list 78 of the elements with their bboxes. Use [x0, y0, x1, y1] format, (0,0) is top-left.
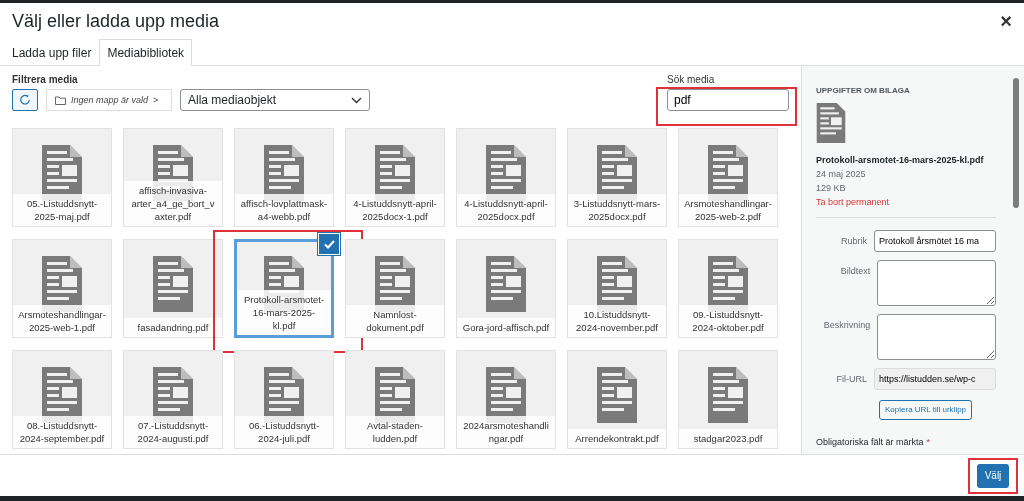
field-label: Bildtext	[839, 265, 871, 276]
media-tile[interactable]: 10.Listuddsnytt-2024-november.pdf	[567, 239, 667, 338]
title-field[interactable]: Protokoll årsmötet 16 ma	[874, 230, 996, 252]
media-tile[interactable]: stadgar2023.pdf	[678, 350, 778, 449]
document-icon	[153, 256, 193, 312]
required-mark: *	[926, 436, 931, 447]
upload-date: 24 maj 2025	[816, 169, 867, 179]
media-tile[interactable]: 4-Listuddsnytt-april-2025docx.pdf	[456, 128, 556, 227]
media-tile[interactable]: fasadandring.pdf	[123, 239, 223, 338]
media-tile[interactable]: 08.-Listuddsnytt-2024-september.pdf	[12, 350, 112, 449]
file-name: Arsmoteshandlingar-2025-web-2.pdf	[679, 194, 777, 226]
media-tile[interactable]: Namnlost-dokument.pdf	[345, 239, 445, 338]
file-name: fasadandring.pdf	[124, 318, 222, 337]
chevron-down-icon	[351, 96, 362, 104]
file-name: Protokoll-arsmotet-16-mars-2025-kl.pdf	[816, 155, 985, 165]
media-tile[interactable]: 09.-Listuddsnytt-2024-oktober.pdf	[678, 239, 778, 338]
media-tile[interactable]: Arsmoteshandlingar-2025-web-2.pdf	[678, 128, 778, 227]
file-name: Arsmoteshandlingar-2025-web-1.pdf	[13, 305, 111, 337]
search-field[interactable]: pdf	[667, 89, 789, 111]
text-area[interactable]	[877, 314, 996, 360]
media-tile[interactable]: affisch-lovplattmask-a4-webb.pdf	[234, 128, 334, 227]
media-tile[interactable]: Arsmoteshandlingar-2025-web-1.pdf	[12, 239, 112, 338]
file-name: Avtal-staden-ludden.pdf	[346, 416, 444, 448]
folder-button[interactable]: Ingen mapp är vald >	[46, 89, 172, 111]
window-title: Välj eller ladda upp media	[12, 10, 220, 32]
file-name: affisch-invasiva-arter_a4_ge_bort_vaxter.pdf	[124, 181, 222, 226]
media-tile[interactable]: 06.-Listuddsnytt-2024-juli.pdf	[234, 350, 334, 449]
check-icon	[318, 233, 340, 255]
tab[interactable]: Mediabibliotek	[99, 39, 193, 66]
file-name: stadgar2023.pdf	[679, 429, 777, 448]
file-name: affisch-lovplattmask-a4-webb.pdf	[235, 194, 333, 226]
media-tile[interactable]: 2024arsmoteshandlingar.pdf	[456, 350, 556, 449]
url-field[interactable]: https://listudden.se/wp-c	[874, 368, 996, 390]
document-icon	[597, 367, 637, 423]
file-name: 4-Listuddsnytt-april-2025docx.pdf	[457, 194, 555, 226]
media-tile[interactable]: Protokoll-arsmotet-16-mars-2025-kl.pdf	[234, 239, 334, 338]
file-name: Arrendekontrakt.pdf	[568, 429, 666, 448]
media-tile[interactable]: 07.-Listuddsnytt-2024-augusti.pdf	[123, 350, 223, 449]
media-tile[interactable]: 4-Listuddsnytt-april-2025docx-1.pdf	[345, 128, 445, 227]
field-label: Beskrivning	[822, 319, 871, 330]
field-label: Fil-URL	[835, 373, 867, 384]
details-heading: UPPGIFTER OM BILAGA	[816, 86, 911, 95]
file-name: Gora-jord-affisch.pdf	[457, 318, 555, 337]
text-area[interactable]	[877, 260, 996, 306]
file-name: 06.-Listuddsnytt-2024-juli.pdf	[235, 416, 333, 448]
required-note: Obligatoriska fält är märkta	[816, 436, 924, 447]
file-size: 129 KB	[816, 183, 847, 193]
file-name: Protokoll-arsmotet-16-mars-2025-kl.pdf	[237, 290, 331, 335]
close-button[interactable]: ×	[1000, 9, 1012, 33]
media-tile[interactable]: affisch-invasiva-arter_a4_ge_bort_vaxter.pdf	[123, 128, 223, 227]
file-name: Namnlost-dokument.pdf	[346, 305, 444, 337]
refresh-button[interactable]	[12, 89, 38, 111]
media-tile[interactable]: Arrendekontrakt.pdf	[567, 350, 667, 449]
select-button[interactable]: Välj	[977, 463, 1009, 488]
document-icon	[816, 103, 846, 143]
media-tile[interactable]: Avtal-staden-ludden.pdf	[345, 350, 445, 449]
media-type-select[interactable]: Alla mediaobjekt	[180, 89, 370, 111]
file-name: 05.-Listuddsnytt-2025-maj.pdf	[13, 194, 111, 226]
document-icon	[708, 367, 748, 423]
file-name: 10.Listuddsnytt-2024-november.pdf	[568, 305, 666, 337]
media-tile[interactable]: 3-Listuddsnytt-mars-2025docx.pdf	[567, 128, 667, 227]
copy-url-button[interactable]: Kopiera URL till urklipp	[879, 399, 973, 420]
file-name: 2024arsmoteshandlingar.pdf	[457, 416, 555, 448]
tab[interactable]: Ladda upp filer	[4, 39, 100, 65]
delete-link[interactable]: Ta bort permanent	[816, 197, 996, 207]
file-name: 3-Listuddsnytt-mars-2025docx.pdf	[568, 194, 666, 226]
media-tile[interactable]: 05.-Listuddsnytt-2025-maj.pdf	[12, 128, 112, 227]
folder-icon	[55, 95, 66, 105]
media-tile[interactable]: Gora-jord-affisch.pdf	[456, 239, 556, 338]
document-icon	[486, 256, 526, 312]
filter-label: Filtrera media	[12, 74, 79, 85]
file-name: 09.-Listuddsnytt-2024-oktober.pdf	[679, 305, 777, 337]
search-label: Sök media	[667, 74, 716, 85]
file-name: 4-Listuddsnytt-april-2025docx-1.pdf	[346, 194, 444, 226]
refresh-icon	[19, 94, 31, 106]
field-label: Rubrik	[840, 235, 867, 246]
file-name: 08.-Listuddsnytt-2024-september.pdf	[13, 416, 111, 448]
file-name: 07.-Listuddsnytt-2024-augusti.pdf	[124, 416, 222, 448]
